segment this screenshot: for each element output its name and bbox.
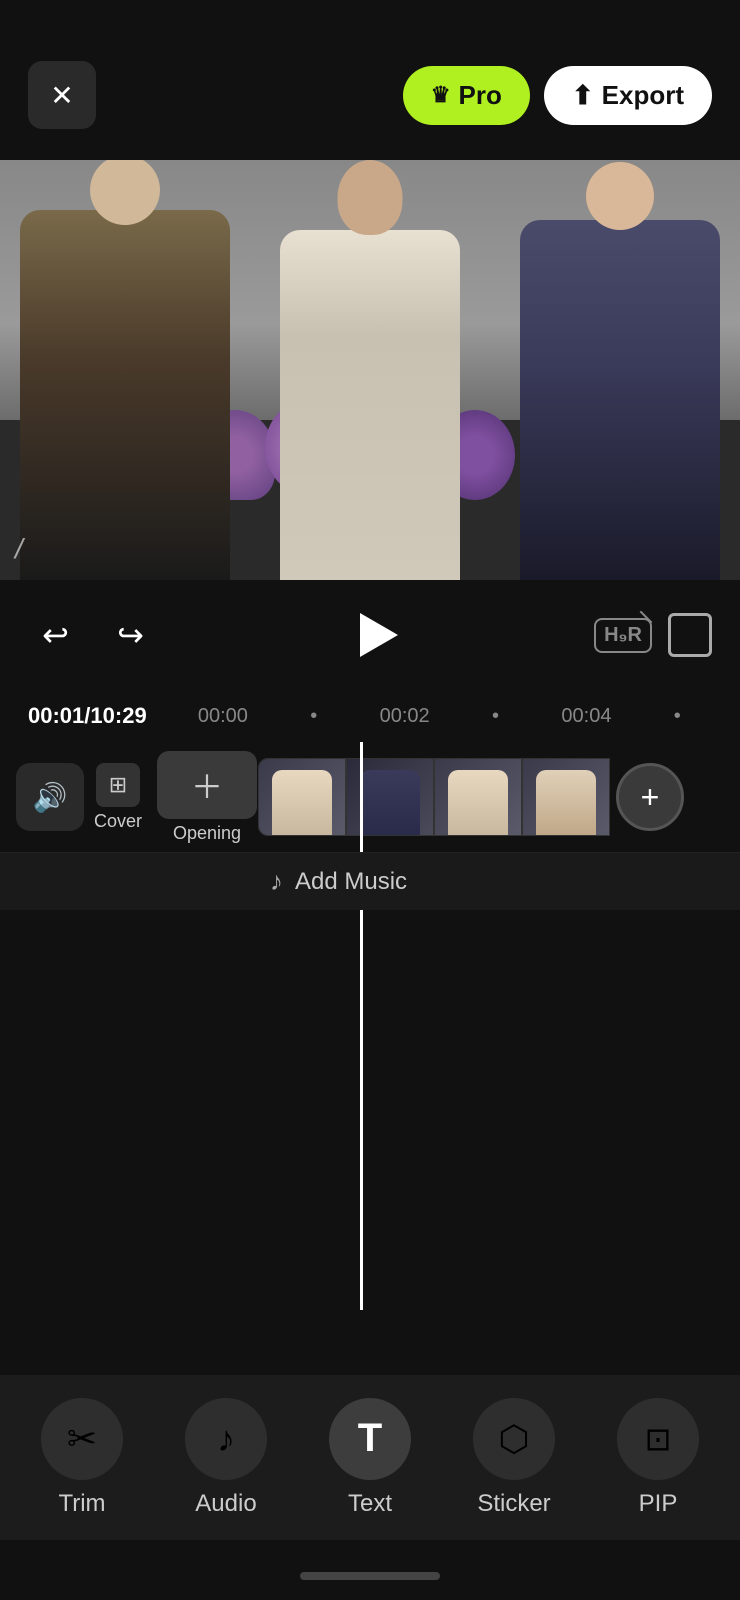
cover-button[interactable]: ⊞ Cover: [94, 763, 142, 832]
head-left: [90, 160, 160, 225]
time-dot-3: •: [674, 705, 681, 728]
strip-thumb-4[interactable]: [522, 758, 610, 836]
person-center: [280, 230, 460, 580]
opening-label: Opening: [173, 823, 241, 844]
opening-icon: ＋: [157, 751, 257, 819]
pip-label: PIP: [639, 1490, 678, 1518]
text-tool-button[interactable]: T Text: [305, 1398, 435, 1518]
bottom-handle: [300, 1572, 440, 1580]
thumb-bg-1: [259, 759, 345, 835]
undo-icon: ↩: [42, 616, 69, 654]
pro-button[interactable]: ♛ Pro: [403, 66, 530, 125]
top-right-actions: ♛ Pro ⬆ Export: [403, 66, 712, 125]
timeline-empty: [0, 910, 740, 1310]
audio-label: Audio: [195, 1490, 256, 1518]
time-display: 00:01/10:29: [28, 703, 147, 729]
add-music-label: Add Music: [295, 868, 407, 896]
hdr-slash-icon: [640, 610, 653, 623]
trim-icon-wrap: ✂: [41, 1398, 123, 1480]
person-left: [20, 210, 230, 580]
redo-button[interactable]: ↪: [103, 608, 158, 663]
head-center: [338, 160, 403, 235]
thumb-person-3: [448, 770, 508, 835]
track-area: 🔊 ⊞ Cover ＋ Opening: [0, 742, 740, 852]
playhead: [360, 742, 363, 852]
add-music-button[interactable]: ♪ Add Music: [270, 866, 407, 897]
sticker-icon: ⬡: [498, 1418, 529, 1460]
audio-icon: ♪: [217, 1418, 235, 1460]
play-icon: [360, 613, 398, 657]
sticker-icon-wrap: ⬡: [473, 1398, 555, 1480]
hdr-button[interactable]: H₉R: [594, 618, 652, 653]
volume-icon: 🔊: [33, 781, 68, 814]
thumb-bg-4: [523, 759, 609, 835]
close-icon: ✕: [50, 79, 73, 112]
text-label: Text: [348, 1490, 392, 1518]
time-marker-1: 00:00: [198, 705, 248, 728]
pip-tool-button[interactable]: ⊡ PIP: [593, 1398, 723, 1518]
cover-icon: ⊞: [96, 763, 140, 807]
controls-bar: ↩ ↪ H₉R: [0, 580, 740, 690]
add-clip-icon: +: [641, 781, 660, 813]
crown-icon: ♛: [431, 82, 451, 108]
pip-icon-wrap: ⊡: [617, 1398, 699, 1480]
strip-thumb-3[interactable]: [434, 758, 522, 836]
audio-icon-wrap: ♪: [185, 1398, 267, 1480]
time-ruler: 00:01/10:29 00:00 • 00:02 • 00:04 •: [0, 690, 740, 742]
audio-tool-button[interactable]: ♪ Audio: [161, 1398, 291, 1518]
time-dot-2: •: [492, 705, 499, 728]
close-button[interactable]: ✕: [28, 61, 96, 129]
time-dot-1: •: [310, 705, 317, 728]
time-marker-2: 00:02: [380, 705, 430, 728]
sticker-tool-button[interactable]: ⬡ Sticker: [449, 1398, 579, 1518]
track-left-controls: 🔊 ⊞ Cover ＋ Opening: [16, 742, 257, 852]
bottom-toolbar: ✂ Trim ♪ Audio T Text ⬡ Sticker ⊡ PIP: [0, 1375, 740, 1540]
music-note-icon: ♪: [270, 866, 283, 897]
right-controls: H₉R: [594, 613, 712, 657]
undo-button[interactable]: ↩: [28, 608, 83, 663]
strip-thumb-1[interactable]: [258, 758, 346, 836]
text-icon-wrap: T: [329, 1398, 411, 1480]
watermark: /: [15, 533, 23, 565]
trim-label: Trim: [58, 1490, 105, 1518]
playhead-line: [360, 910, 363, 1310]
person-right: [520, 220, 720, 580]
sticker-label: Sticker: [477, 1490, 550, 1518]
music-track: ♪ Add Music: [0, 852, 740, 910]
video-strip: +: [258, 757, 684, 837]
pip-icon: ⊡: [645, 1420, 672, 1458]
volume-button[interactable]: 🔊: [16, 763, 84, 831]
opening-button[interactable]: ＋ Opening: [157, 751, 257, 844]
cover-label: Cover: [94, 811, 142, 832]
video-scene: /: [0, 160, 740, 580]
trim-tool-button[interactable]: ✂ Trim: [17, 1398, 147, 1518]
head-right: [586, 162, 654, 230]
fullscreen-button[interactable]: [668, 613, 712, 657]
thumb-person-4: [536, 770, 596, 835]
thumb-person-2: [360, 770, 420, 835]
trim-icon: ✂: [67, 1418, 97, 1460]
text-icon: T: [358, 1416, 382, 1461]
pro-label: Pro: [459, 80, 502, 111]
add-clip-button[interactable]: +: [616, 763, 684, 831]
thumb-bg-3: [435, 759, 521, 835]
top-bar: ✕ ♛ Pro ⬆ Export: [0, 0, 740, 160]
export-button[interactable]: ⬆ Export: [544, 66, 712, 125]
export-label: Export: [602, 80, 684, 111]
play-button[interactable]: [346, 605, 406, 665]
video-preview: /: [0, 160, 740, 580]
time-marker-3: 00:04: [561, 705, 611, 728]
export-icon: ⬆: [572, 80, 594, 111]
redo-icon: ↪: [117, 616, 144, 654]
plus-icon: ＋: [191, 762, 223, 808]
time-markers: 00:00 • 00:02 • 00:04 •: [167, 705, 712, 728]
hdr-label: H₉R: [604, 624, 642, 646]
thumb-person-1: [272, 770, 332, 835]
